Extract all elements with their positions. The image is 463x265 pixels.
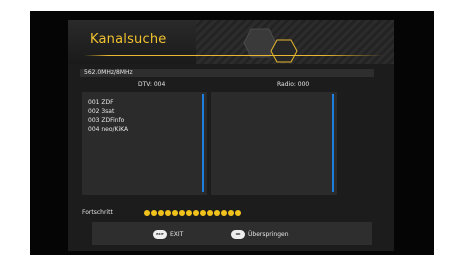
- list-item[interactable]: 001 ZDF: [88, 98, 128, 107]
- progress-label: Fortschritt: [82, 209, 113, 216]
- hexagon-decor-icon-2: [270, 39, 298, 63]
- tv-count-header: DTV: 004: [138, 81, 166, 88]
- exit-button[interactable]: EXIT EXIT: [153, 229, 183, 239]
- skip-label: Überspringen: [248, 230, 289, 238]
- radio-channel-panel: [211, 92, 337, 195]
- tv-channel-list: 001 ZDF 002 3sat 003 ZDFinfo 004 neo/KiK…: [88, 98, 128, 134]
- channel-search-dialog: Kanalsuche 562.0MHz/8MHz DTV: 004 Radio:…: [68, 20, 394, 251]
- list-item[interactable]: 002 3sat: [88, 107, 128, 116]
- progress-dot: [228, 210, 234, 216]
- progress-dot: [179, 210, 185, 216]
- list-item[interactable]: 003 ZDFinfo: [88, 116, 128, 125]
- list-item[interactable]: 004 neo/KiKA: [88, 125, 128, 134]
- radio-scrollbar[interactable]: [332, 94, 334, 192]
- progress-dot: [165, 210, 171, 216]
- progress-indicator: [144, 209, 340, 217]
- progress-dot: [200, 210, 206, 216]
- progress-dot: [235, 210, 241, 216]
- title-bar: Kanalsuche: [68, 20, 394, 64]
- title-underline: [84, 55, 384, 56]
- exit-key-icon: EXIT: [153, 229, 167, 239]
- progress-dot: [151, 210, 157, 216]
- progress-dots: [144, 209, 241, 216]
- tv-scrollbar[interactable]: [202, 94, 204, 192]
- progress-dot: [193, 210, 199, 216]
- skip-button[interactable]: OK Überspringen: [231, 229, 289, 239]
- footer-bar: EXIT EXIT OK Überspringen: [92, 222, 372, 245]
- page-title: Kanalsuche: [90, 32, 167, 47]
- progress-dot: [221, 210, 227, 216]
- progress-dot: [186, 210, 192, 216]
- frequency-label: 562.0MHz/8MHz: [84, 69, 133, 76]
- exit-label: EXIT: [170, 230, 184, 238]
- progress-dot: [158, 210, 164, 216]
- ok-key-icon: OK: [231, 229, 245, 239]
- progress-dot: [172, 210, 178, 216]
- progress-dot: [207, 210, 213, 216]
- radio-count-header: Radio: 000: [277, 81, 310, 88]
- progress-dot: [144, 210, 150, 216]
- progress-dot: [214, 210, 220, 216]
